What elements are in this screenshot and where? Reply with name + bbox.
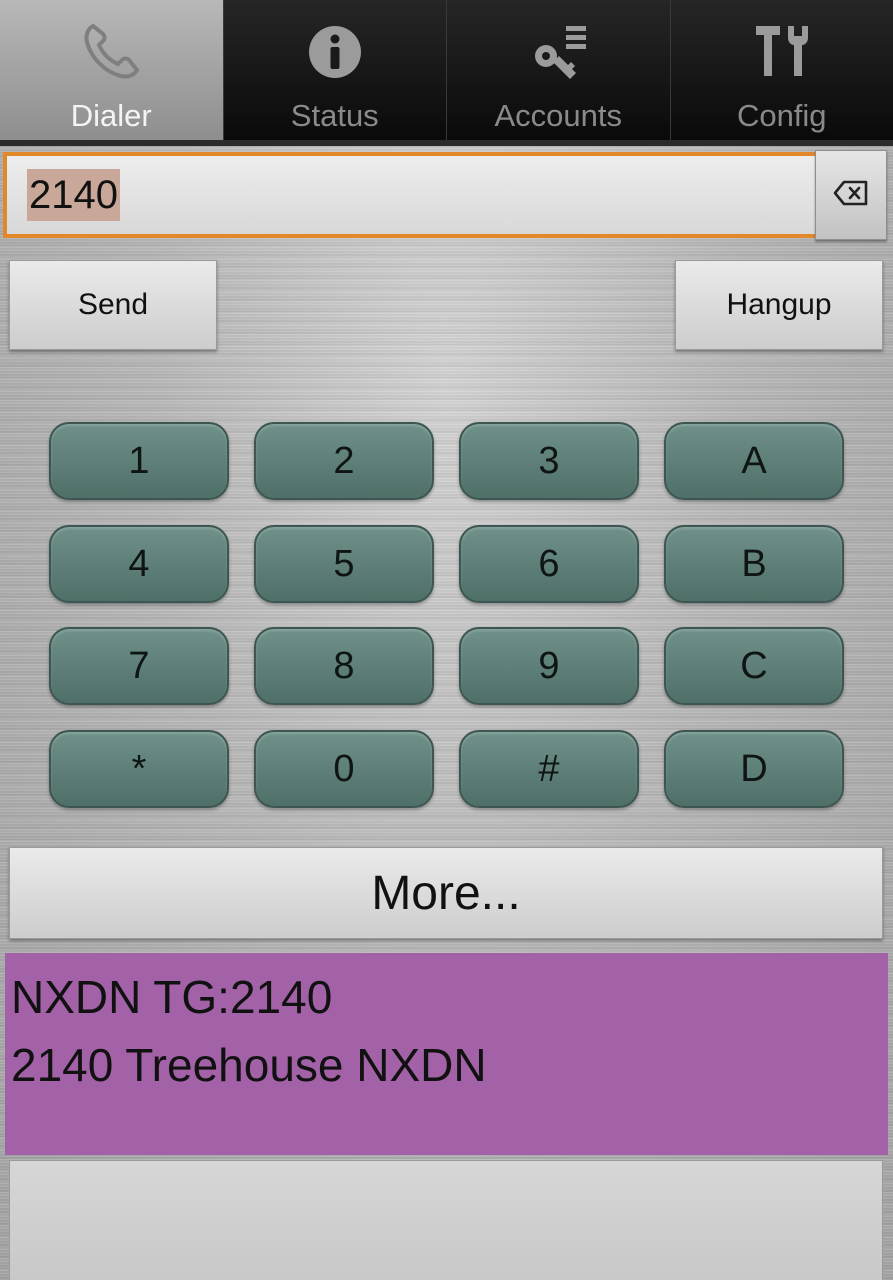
status-panel: NXDN TG:2140 2140 Treehouse NXDN [5, 953, 888, 1155]
tab-dialer[interactable]: Dialer [0, 0, 223, 140]
bottom-panel [9, 1160, 883, 1280]
key-7[interactable]: 7 [49, 627, 229, 705]
key-4[interactable]: 4 [49, 525, 229, 603]
status-description: 2140 Treehouse NXDN [11, 1039, 487, 1091]
number-text: 2140 [27, 169, 120, 221]
key-star[interactable]: * [49, 730, 229, 808]
key-3[interactable]: 3 [459, 422, 639, 500]
tab-bar: Dialer Status Accounts Config [0, 0, 893, 140]
key-c[interactable]: C [664, 627, 844, 705]
tab-label: Status [290, 98, 379, 133]
tab-label: Accounts [494, 98, 622, 133]
tab-status[interactable]: Status [222, 0, 446, 140]
key-6[interactable]: 6 [459, 525, 639, 603]
tab-accounts[interactable]: Accounts [446, 0, 670, 140]
more-button[interactable]: More... [9, 847, 883, 939]
key-b[interactable]: B [664, 525, 844, 603]
tab-label: Config [736, 98, 827, 133]
key-hash[interactable]: # [459, 730, 639, 808]
tab-label: Dialer [70, 98, 152, 133]
keypad: 1 2 3 A 4 5 6 B 7 8 9 C * 0 # D [49, 422, 845, 808]
key-0[interactable]: 0 [254, 730, 434, 808]
status-talkgroup: NXDN TG:2140 [11, 971, 333, 1023]
number-input[interactable]: 2140 [3, 152, 815, 238]
tools-icon [750, 20, 814, 84]
hangup-button[interactable]: Hangup [675, 260, 883, 350]
key-8[interactable]: 8 [254, 627, 434, 705]
key-d[interactable]: D [664, 730, 844, 808]
key-9[interactable]: 9 [459, 627, 639, 705]
number-row: 2140 [0, 148, 893, 246]
key-list-icon [526, 20, 590, 84]
key-5[interactable]: 5 [254, 525, 434, 603]
key-a[interactable]: A [664, 422, 844, 500]
tab-divider [0, 140, 893, 146]
phone-icon [79, 20, 143, 84]
send-button[interactable]: Send [9, 260, 217, 350]
tab-config[interactable]: Config [669, 0, 893, 140]
key-2[interactable]: 2 [254, 422, 434, 500]
backspace-icon [833, 180, 869, 211]
key-1[interactable]: 1 [49, 422, 229, 500]
backspace-button[interactable] [815, 150, 887, 240]
info-icon [303, 20, 367, 84]
